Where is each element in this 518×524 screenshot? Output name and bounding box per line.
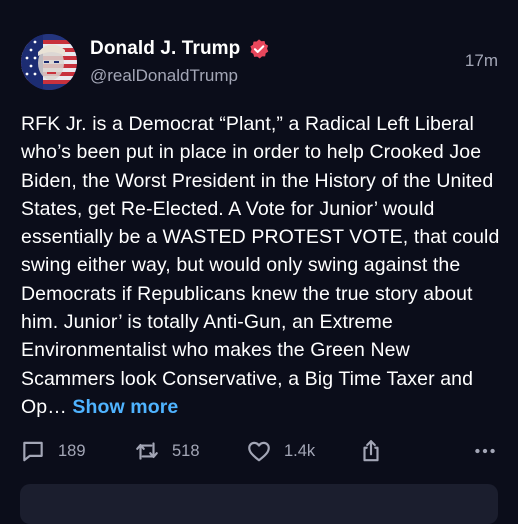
- author-handle[interactable]: @realDonaldTrump: [90, 66, 238, 86]
- avatar-flag-portrait-icon: [21, 34, 77, 90]
- avatar[interactable]: [21, 34, 77, 90]
- reply-count: 189: [58, 441, 86, 460]
- more-icon: [475, 448, 495, 454]
- repost-icon: [136, 442, 158, 460]
- share-icon: [363, 440, 379, 462]
- author-name[interactable]: Donald J. Trump: [90, 38, 240, 60]
- reply-icon: [23, 441, 43, 462]
- repost-count: 518: [172, 441, 200, 460]
- action-bar: 189 518 1.4k: [20, 438, 500, 466]
- reply-button[interactable]: 189: [20, 438, 86, 464]
- post-text: RFK Jr. is a Democrat “Plant,” a Radical…: [21, 110, 501, 421]
- like-count: 1.4k: [284, 441, 316, 460]
- show-more-link[interactable]: Show more: [72, 396, 178, 418]
- like-button[interactable]: 1.4k: [246, 438, 315, 464]
- next-post-card: [20, 484, 498, 524]
- share-button[interactable]: [358, 438, 384, 464]
- heart-icon: [248, 441, 270, 462]
- more-options-button[interactable]: [472, 438, 498, 464]
- author-name-row[interactable]: Donald J. Trump: [90, 38, 270, 60]
- verified-badge-icon: [248, 38, 270, 60]
- post-card: Donald J. Trump @realDonaldTrump 17m RFK…: [0, 0, 518, 524]
- post-timestamp[interactable]: 17m: [465, 51, 498, 71]
- post-body: RFK Jr. is a Democrat “Plant,” a Radical…: [21, 113, 500, 418]
- repost-button[interactable]: 518: [134, 438, 200, 464]
